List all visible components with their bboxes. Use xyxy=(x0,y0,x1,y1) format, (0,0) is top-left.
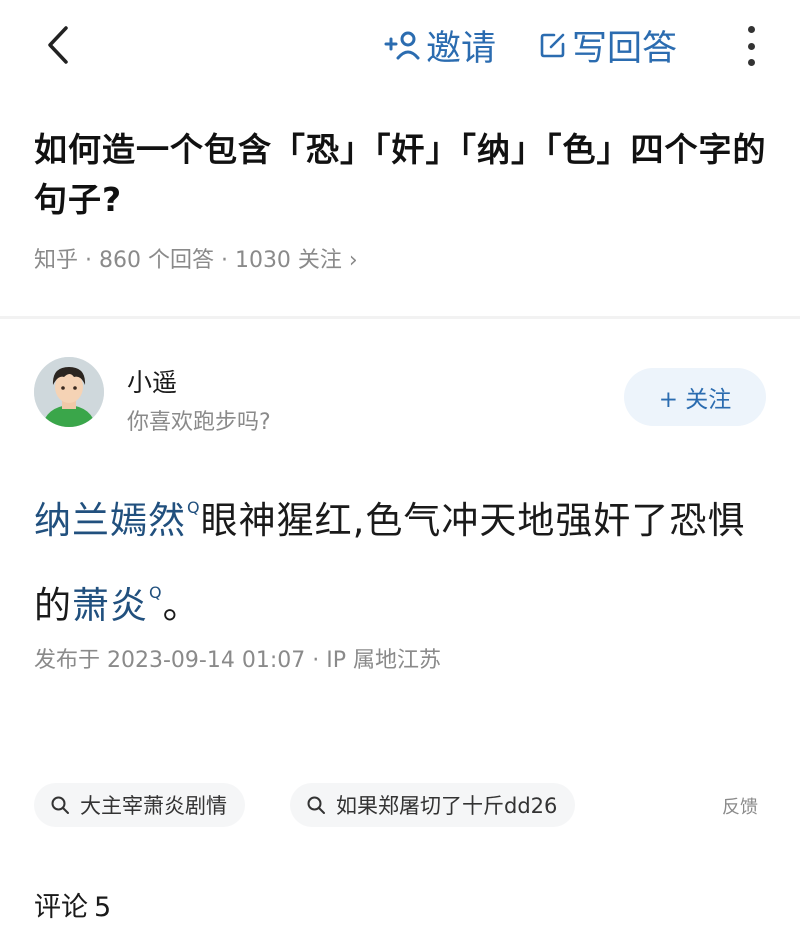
invite-button[interactable]: 邀请 xyxy=(384,22,497,69)
search-icon: Q xyxy=(149,583,163,602)
write-answer-button[interactable]: 写回答 xyxy=(540,22,678,69)
feedback-link[interactable]: 反馈 xyxy=(722,793,758,819)
search-icon xyxy=(306,795,326,815)
tag-label: 大主宰萧炎剧情 xyxy=(80,794,227,818)
top-bar: 邀请 写回答 xyxy=(0,0,800,90)
related-search-tag[interactable]: 如果郑屠切了十斤dd26 xyxy=(290,783,576,827)
search-icon: Q xyxy=(187,498,201,517)
question-title[interactable]: 如何造一个包含「恐」「奸」「纳」「色」四个字的句子? xyxy=(34,125,774,225)
comments-label: 评论 xyxy=(34,892,88,923)
back-icon xyxy=(48,26,68,64)
avatar-image xyxy=(34,357,104,427)
search-keyword-link[interactable]: 萧炎Q xyxy=(72,583,163,627)
invite-icon xyxy=(384,30,420,60)
tag-label: 如果郑屠切了十斤dd26 xyxy=(336,794,558,818)
answer-text-end: 。 xyxy=(162,584,201,627)
publish-info: 发布于 2023-09-14 01:07 · IP 属地江苏 xyxy=(34,648,441,673)
divider xyxy=(0,316,800,319)
comments-header[interactable]: 评论 5 xyxy=(34,885,117,924)
write-answer-label: 写回答 xyxy=(572,28,678,69)
follow-button[interactable]: + 关注 xyxy=(624,368,766,426)
related-search-tag[interactable]: 大主宰萧炎剧情 xyxy=(34,783,245,827)
author-bio: 你喜欢跑步吗? xyxy=(127,410,271,435)
invite-label: 邀请 xyxy=(426,28,497,69)
question-meta[interactable]: 知乎 · 860 个回答 · 1030 关注 › xyxy=(34,242,358,274)
avatar[interactable] xyxy=(34,357,104,427)
search-icon xyxy=(50,795,70,815)
search-keyword-link[interactable]: 纳兰嫣然Q xyxy=(34,498,201,542)
author-name[interactable]: 小遥 xyxy=(127,363,177,399)
more-icon[interactable] xyxy=(738,26,764,66)
edit-icon xyxy=(540,32,566,58)
answer-content: 纳兰嫣然Q眼神猩红,色气冲天地强奸了恐惧的萧炎Q。 xyxy=(34,472,774,642)
back-button[interactable] xyxy=(38,22,78,68)
comments-count: 5 xyxy=(94,892,112,923)
